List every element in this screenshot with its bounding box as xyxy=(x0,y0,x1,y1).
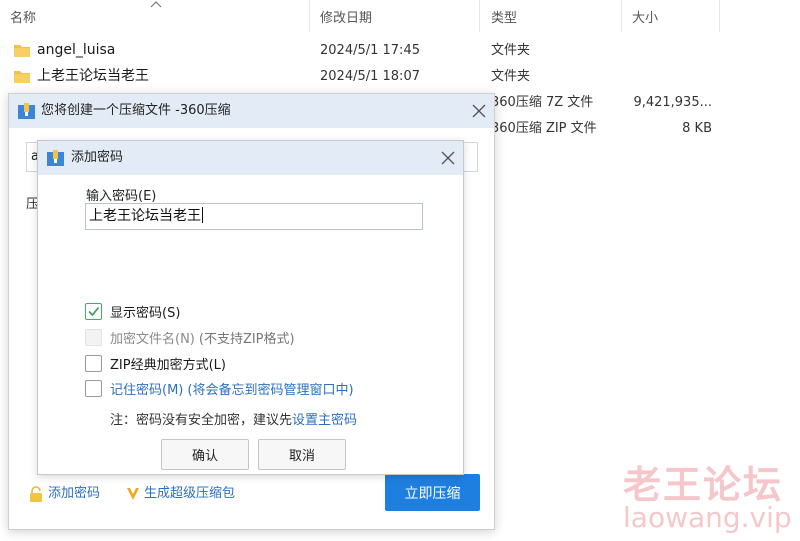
folder-icon xyxy=(14,71,30,83)
zip-classic-encryption-checkbox[interactable]: ZIP经典加密方式(L) xyxy=(85,354,226,373)
checkmark-icon xyxy=(88,306,100,316)
column-header-type[interactable]: 类型 xyxy=(480,0,622,32)
remember-password-checkbox[interactable]: 记住密码(M) (将会备忘到密码管理窗口中) xyxy=(85,379,354,398)
watermark-url: laowang.vip xyxy=(623,501,792,534)
super-archive-link[interactable]: 生成超级压缩包 xyxy=(126,485,235,503)
encrypt-filename-checkbox: 加密文件名(N) (不支持ZIP格式) xyxy=(85,328,295,347)
cancel-button[interactable]: 取消 xyxy=(258,439,346,470)
show-password-checkbox[interactable]: 显示密码(S) xyxy=(85,302,180,321)
archive-app-icon xyxy=(47,150,64,166)
dialog-titlebar[interactable]: 添加密码 xyxy=(38,141,463,175)
compress-now-button[interactable]: 立即压缩 xyxy=(385,474,480,511)
text-caret xyxy=(202,207,203,223)
archive-app-icon xyxy=(18,103,35,119)
close-icon[interactable] xyxy=(441,151,455,165)
set-master-password-link[interactable]: 设置主密码 xyxy=(292,413,357,428)
lock-icon xyxy=(30,486,42,502)
column-header-date[interactable]: 修改日期 xyxy=(310,0,480,32)
add-password-link[interactable]: 添加密码 xyxy=(28,485,100,503)
column-header-name[interactable]: 名称 xyxy=(0,0,310,32)
folder-icon xyxy=(14,45,30,57)
file-row[interactable]: 上老王论坛当老王 2024/5/1 18:07 文件夹 xyxy=(0,64,800,89)
close-icon[interactable] xyxy=(472,104,486,118)
file-row[interactable]: angel_luisa 2024/5/1 17:45 文件夹 xyxy=(0,38,800,63)
dialog-title: 您将创建一个压缩文件 -360压缩 xyxy=(41,103,231,118)
checkbox-box[interactable] xyxy=(85,302,102,320)
dialog-titlebar[interactable]: 您将创建一个压缩文件 -360压缩 xyxy=(9,94,494,128)
checkbox-box[interactable] xyxy=(85,354,102,372)
v-badge-icon xyxy=(127,488,139,500)
password-dialog: 添加密码 输入密码(E) 上老王论坛当老王 显示密码(S) 加密文件名(N) (… xyxy=(37,140,464,475)
dialog-title: 添加密码 xyxy=(71,150,124,165)
sort-up-icon xyxy=(150,1,162,8)
checkbox-box xyxy=(85,328,102,346)
password-label: 输入密码(E) xyxy=(86,189,157,204)
confirm-button[interactable]: 确认 xyxy=(161,439,249,470)
security-note: 注：密码没有安全加密，建议先设置主密码 xyxy=(110,413,358,428)
password-value: 上老王论坛当老王 xyxy=(89,207,203,224)
column-header-size[interactable]: 大小 xyxy=(622,0,720,32)
checkbox-box[interactable] xyxy=(85,379,102,397)
